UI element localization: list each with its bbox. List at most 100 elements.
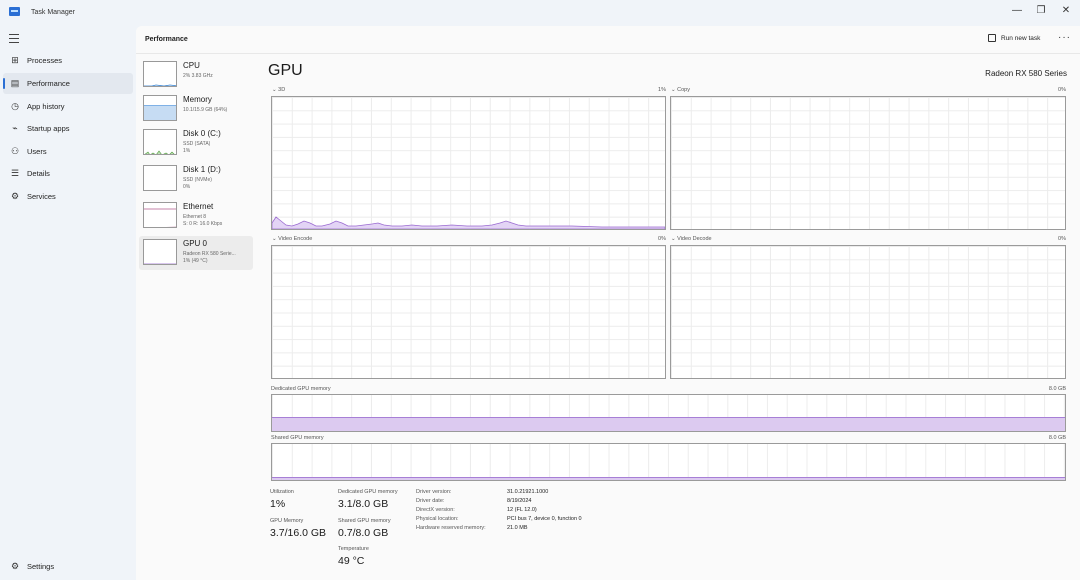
info-value: PCI bus 7, device 0, function 0: [507, 516, 582, 522]
disk-0-thumbnail: [143, 129, 177, 155]
nav-label: App history: [27, 102, 65, 111]
shared-stat-value: 0.7/8.0 GB: [338, 527, 389, 539]
graph-label-3d[interactable]: ⌄ 3D: [272, 87, 285, 93]
utilization-value: 1%: [270, 498, 286, 510]
graph-pct-3d: 1%: [658, 87, 666, 93]
dedicated-memory-fill: [272, 416, 1065, 431]
device-name: Disk 1 (D:): [183, 165, 221, 174]
device-detail: 2% 3.83 GHz: [183, 73, 213, 79]
nav-item-startup-apps[interactable]: ⌁ Startup apps: [3, 118, 133, 139]
nav-item-performance[interactable]: ▤ Performance: [3, 73, 133, 94]
gpu-thumbnail: [143, 239, 177, 265]
device-detail: 0%: [183, 184, 191, 190]
device-name: CPU: [183, 61, 200, 70]
graph-3d-usage-line: [272, 216, 665, 229]
device-detail: SSD (NVMe): [183, 177, 212, 183]
dedicated-memory-label: Dedicated GPU memory: [271, 386, 331, 392]
shared-memory-fill: [272, 476, 1065, 480]
graph-pct-video-encode: 0%: [658, 236, 666, 242]
device-detail: S: 0 R: 16.0 Kbps: [183, 221, 223, 227]
hamburger-menu-icon[interactable]: [9, 34, 19, 43]
info-value: 12 (FL 12.0): [507, 507, 537, 513]
device-name: GPU 0: [183, 239, 208, 248]
task-manager-icon: [9, 7, 20, 16]
graph-label-video-decode[interactable]: ⌄ Video Decode: [671, 236, 712, 242]
device-disk-1[interactable]: Disk 1 (D:) SSD (NVMe) 0%: [139, 162, 253, 196]
device-name: Disk 0 (C:): [183, 129, 221, 138]
info-key: Hardware reserved memory:: [416, 525, 486, 531]
gpu-memory-value: 3.7/16.0 GB: [270, 527, 327, 539]
graph-label-copy[interactable]: ⌄ Copy: [671, 87, 690, 93]
device-detail: 1% (49 °C): [183, 258, 208, 264]
gpu-title: GPU: [268, 62, 303, 79]
nav-item-details[interactable]: ☰ Details: [3, 163, 133, 184]
close-button[interactable]: ✕: [1055, 2, 1077, 20]
info-value: 31.0.21921.1000: [507, 489, 549, 495]
ethernet-thumbnail: [143, 202, 177, 228]
grid-icon: ⊞: [11, 55, 19, 65]
nav-label: Details: [27, 169, 50, 178]
dedicated-stat-value: 3.1/8.0 GB: [338, 498, 389, 510]
nav-label: Processes: [27, 56, 63, 65]
minimize-button[interactable]: —: [1006, 2, 1028, 20]
shared-memory-max: 8.0 GB: [1048, 435, 1066, 441]
device-detail: 10.1/15.9 GB (64%): [183, 107, 228, 113]
nav-item-users[interactable]: ⚇ Users: [3, 141, 133, 162]
device-name: Ethernet: [183, 202, 214, 211]
nav-item-processes[interactable]: ⊞ Processes: [3, 50, 133, 71]
temperature-value: 49 °C: [338, 555, 365, 567]
device-detail: Ethernet 8: [183, 214, 207, 220]
nav-label: Performance: [27, 79, 70, 88]
shared-stat-label: Shared GPU memory: [338, 518, 391, 524]
device-memory[interactable]: Memory 10.1/15.9 GB (64%): [139, 92, 253, 126]
device-detail: 1%: [183, 148, 191, 154]
device-detail: Radeon RX 580 Serie...: [183, 251, 236, 257]
run-task-icon: [988, 34, 996, 42]
nav-item-services[interactable]: ⚙ Services: [3, 186, 133, 207]
graph-video-decode: [670, 245, 1066, 379]
graph-label-video-encode[interactable]: ⌄ Video Encode: [272, 236, 312, 242]
speedometer-icon: ⌁: [12, 123, 18, 133]
disk-1-thumbnail: [143, 165, 177, 191]
device-gpu-0[interactable]: GPU 0 Radeon RX 580 Serie... 1% (49 °C): [139, 236, 253, 270]
info-value: 8/19/2024: [507, 498, 532, 504]
users-icon: ⚇: [10, 146, 20, 156]
title-bar: Task Manager — ❐ ✕: [0, 0, 1080, 26]
nav-label: Users: [27, 147, 47, 156]
info-key: Driver date:: [416, 498, 445, 504]
info-key: Physical location:: [416, 516, 459, 522]
puzzle-icon: ⚙: [10, 191, 20, 201]
sidebar: ⊞ Processes ▤ Performance ◷ App history …: [0, 26, 136, 580]
info-key: DirectX version:: [416, 507, 455, 513]
memory-thumbnail: [143, 95, 177, 121]
dedicated-stat-label: Dedicated GPU memory: [338, 489, 398, 495]
page-title: Performance: [145, 36, 188, 43]
temperature-label: Temperature: [338, 546, 369, 552]
page-header: Performance Run new task ···: [136, 26, 1080, 54]
gpu-model: Radeon RX 580 Series: [985, 69, 1067, 78]
history-icon: ◷: [11, 101, 19, 111]
device-ethernet[interactable]: Ethernet Ethernet 8 S: 0 R: 16.0 Kbps: [139, 199, 253, 233]
run-new-task-button[interactable]: Run new task: [988, 34, 1040, 42]
device-detail: SSD (SATA): [183, 141, 211, 147]
run-new-task-label: Run new task: [1001, 34, 1041, 42]
list-icon: ☰: [10, 168, 20, 178]
nav-label: Settings: [27, 562, 55, 571]
restore-button[interactable]: ❐: [1030, 2, 1052, 20]
nav-item-settings[interactable]: ⚙ Settings: [3, 556, 133, 577]
utilization-label: Utilization: [270, 489, 294, 495]
pulse-icon: ▤: [10, 78, 20, 88]
graph-video-encode: [271, 245, 666, 379]
dedicated-memory-max: 8.0 GB: [1048, 386, 1066, 392]
graph-pct-copy: 0%: [1058, 87, 1066, 93]
more-options-button[interactable]: ···: [1058, 32, 1071, 43]
device-disk-0[interactable]: Disk 0 (C:) SSD (SATA) 1%: [139, 126, 253, 160]
shared-memory-label: Shared GPU memory: [271, 435, 324, 441]
gear-icon: ⚙: [10, 561, 20, 571]
graph-copy: [670, 96, 1066, 230]
cpu-thumbnail: [143, 61, 177, 87]
info-key: Driver version:: [416, 489, 452, 495]
device-name: Memory: [183, 95, 212, 104]
nav-item-app-history[interactable]: ◷ App history: [3, 96, 133, 117]
device-cpu[interactable]: CPU 2% 3.83 GHz: [139, 58, 253, 92]
